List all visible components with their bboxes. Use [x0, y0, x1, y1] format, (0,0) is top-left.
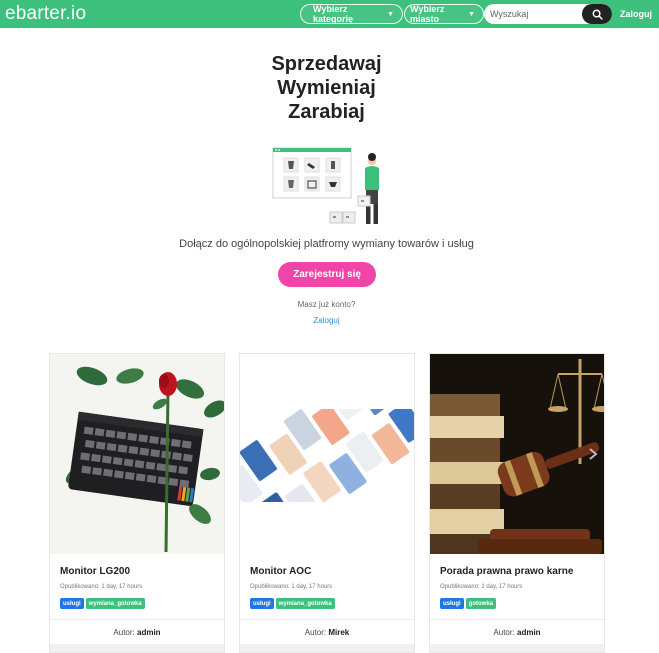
city-dropdown-label: Wybierz miasto: [410, 4, 445, 24]
author-name[interactable]: Mirek: [328, 628, 349, 637]
listing-tags: usługi gotowka: [440, 598, 497, 609]
tag[interactable]: wymiana_gotowka: [85, 598, 145, 609]
listing-title[interactable]: Porada prawna prawo karne: [440, 566, 573, 577]
hero-login-link-text[interactable]: Zaloguj: [313, 316, 339, 325]
login-link[interactable]: Zaloguj: [620, 9, 652, 19]
divider: [240, 619, 414, 620]
search-icon: [592, 9, 603, 20]
listing-author: Autor: admin: [50, 628, 224, 637]
author-name[interactable]: admin: [517, 628, 541, 637]
city-dropdown[interactable]: Wybierz miasto ▼: [404, 4, 484, 24]
register-button[interactable]: Zarejestruj się: [278, 262, 376, 287]
listing-author: Autor: Mirek: [240, 628, 414, 637]
tag[interactable]: usługi: [250, 598, 274, 609]
hero-title: Sprzedawaj Wymieniaj Zarabiaj: [0, 52, 653, 124]
author-label: Autor:: [304, 628, 327, 637]
listing-title[interactable]: Monitor LG200: [60, 566, 130, 577]
listing-image: [50, 354, 224, 554]
listing-card[interactable]: Monitor LG200 Opublikowano: 1 day, 17 ho…: [49, 353, 225, 653]
listing-card[interactable]: Monitor AOC Opublikowano: 1 day, 17 hour…: [239, 353, 415, 653]
tag[interactable]: usługi: [60, 598, 84, 609]
tag[interactable]: wymiana_gotowka: [275, 598, 335, 609]
hero-subtitle: Dołącz do ogólnopolskiej platfromy wymia…: [179, 238, 474, 250]
search-button[interactable]: [582, 4, 612, 24]
have-account-text: Masz już konto?: [297, 300, 356, 309]
top-navbar: ebarter.io Wybierz kategorię ▼ Wybierz m…: [0, 0, 659, 28]
divider: [50, 619, 224, 620]
author-name[interactable]: admin: [137, 628, 161, 637]
card-footer: [240, 644, 414, 652]
listing-author: Autor: admin: [430, 628, 604, 637]
logo[interactable]: ebarter.io: [5, 3, 86, 25]
hero-title-line: Zarabiaj: [288, 101, 365, 123]
listing-card[interactable]: Porada prawna prawo karne Opublikowano: …: [429, 353, 605, 653]
divider: [430, 619, 604, 620]
hero-title-line: Sprzedawaj: [271, 53, 382, 75]
listing-published: Opublikowano: 1 day, 17 hours: [60, 584, 143, 590]
search-input[interactable]: [484, 4, 582, 24]
search-box: [484, 4, 612, 24]
chevron-down-icon: ▼: [468, 10, 475, 18]
listing-title[interactable]: Monitor AOC: [250, 566, 311, 577]
category-dropdown-label: Wybierz kategorię: [313, 4, 354, 24]
listing-published: Opublikowano: 1 day, 17 hours: [440, 584, 523, 590]
card-footer: [430, 644, 604, 652]
listing-tags: usługi wymiana_gotowka: [250, 598, 335, 609]
author-label: Autor:: [493, 628, 515, 637]
card-footer: [50, 644, 224, 652]
hero-login-link: Zaloguj: [0, 316, 653, 325]
listing-image: [240, 354, 414, 554]
listing-published: Opublikowano: 1 day, 17 hours: [250, 584, 333, 590]
tag[interactable]: usługi: [440, 598, 464, 609]
hero-title-line: Wymieniaj: [277, 77, 376, 99]
tag[interactable]: gotowka: [465, 598, 497, 609]
listing-tags: usługi wymiana_gotowka: [60, 598, 145, 609]
author-label: Autor:: [113, 628, 135, 637]
hero-illustration: [272, 147, 379, 224]
listing-image: [430, 354, 604, 554]
category-dropdown[interactable]: Wybierz kategorię ▼: [300, 4, 403, 24]
chevron-down-icon: ▼: [387, 10, 394, 18]
